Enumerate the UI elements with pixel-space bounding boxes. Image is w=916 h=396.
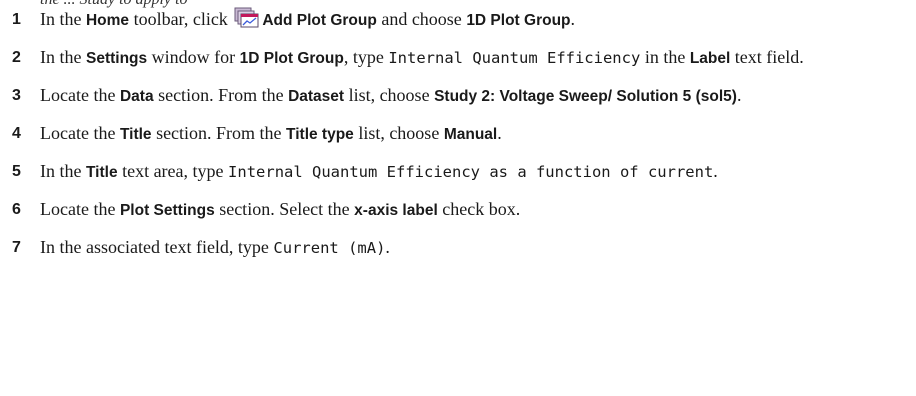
- step-text: toolbar, click: [129, 9, 233, 29]
- step-text: In the: [40, 9, 86, 29]
- step-number: 2: [12, 49, 21, 66]
- step-number: 4: [12, 125, 21, 142]
- step-text: Locate the: [40, 199, 120, 219]
- code-text: Current (mA): [273, 239, 386, 257]
- ui-ref-plot-settings: Plot Settings: [119, 202, 215, 219]
- ui-ref-study-solution: Study 2: Voltage Sweep/ Solution 5 (sol5…: [434, 88, 737, 105]
- step-text: In the: [40, 161, 86, 181]
- step-text: Locate the: [40, 123, 120, 143]
- step-text: and choose: [376, 9, 467, 29]
- step-2: 2 In the Settings window for 1D Plot Gro…: [0, 45, 900, 71]
- step-text: section. From the: [151, 123, 287, 143]
- step-text: text area, type: [117, 161, 229, 181]
- ui-ref-home: Home: [85, 12, 130, 29]
- step-text: In the: [40, 47, 86, 67]
- step-text: .: [385, 237, 390, 257]
- ui-ref-x-axis-label: x-axis label: [354, 202, 438, 219]
- step-3: 3 Locate the Data section. From the Data…: [0, 83, 900, 109]
- step-text: , type: [343, 47, 389, 67]
- step-text: list, choose: [353, 123, 444, 143]
- step-4: 4 Locate the Title section. From the Tit…: [0, 121, 900, 147]
- step-1: 1 In the Home toolbar, click Add Plot Gr…: [0, 7, 900, 33]
- step-text: .: [570, 9, 576, 29]
- step-text: section. Select the: [214, 199, 355, 219]
- ui-ref-1d-plot-group: 1D Plot Group: [239, 50, 344, 67]
- ui-ref-dataset: Dataset: [288, 88, 345, 105]
- step-number: 3: [12, 87, 21, 104]
- step-text: .: [736, 85, 742, 105]
- step-text: .: [497, 123, 502, 143]
- step-text: In the associated text field, type: [40, 237, 274, 257]
- add-plot-group-icon: [234, 7, 260, 29]
- step-number: 7: [12, 239, 21, 256]
- step-text: check box.: [437, 199, 521, 219]
- code-text: Internal Quantum Efficiency as a functio…: [228, 163, 714, 181]
- step-number: 6: [12, 201, 21, 218]
- step-text: window for: [147, 47, 240, 67]
- ui-ref-label: Label: [689, 50, 731, 67]
- step-text: Locate the: [40, 85, 120, 105]
- step-5: 5 In the Title text area, type Internal …: [0, 159, 900, 185]
- ui-ref-settings: Settings: [85, 50, 148, 67]
- code-text: Internal Quantum Efficiency: [388, 49, 641, 67]
- ui-ref-data: Data: [119, 88, 154, 105]
- step-7: 7 In the associated text field, type Cur…: [0, 235, 900, 261]
- step-text: .: [713, 161, 718, 181]
- step-6: 6 Locate the Plot Settings section. Sele…: [0, 197, 900, 223]
- ui-ref-title: Title: [119, 126, 152, 143]
- ui-ref-add-plot-group: Add Plot Group: [262, 12, 377, 29]
- ui-ref-title: Title: [85, 164, 118, 181]
- step-list: 1 In the Home toolbar, click Add Plot Gr…: [0, 7, 916, 273]
- ui-ref-manual: Manual: [443, 126, 498, 143]
- step-text: section. From the: [153, 85, 289, 105]
- step-number: 1: [12, 11, 21, 28]
- step-text: list, choose: [344, 85, 435, 105]
- ui-ref-1d-plot-group: 1D Plot Group: [466, 12, 571, 29]
- step-number: 5: [12, 163, 21, 180]
- step-text: in the: [640, 47, 690, 67]
- step-text: text field.: [730, 47, 804, 67]
- ui-ref-title-type: Title type: [286, 126, 354, 143]
